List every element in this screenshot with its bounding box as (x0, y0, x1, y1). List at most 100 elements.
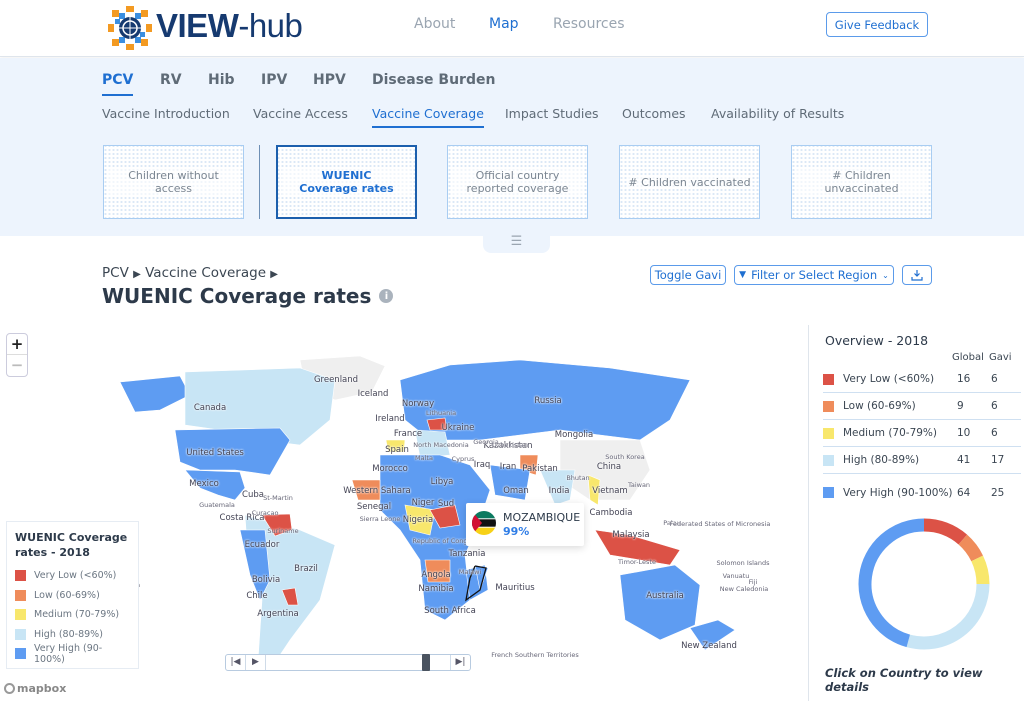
card-children-without-access[interactable]: Children without access (103, 145, 244, 219)
map-label[interactable]: Niger (412, 498, 435, 508)
map-label[interactable]: Timor-Leste (618, 558, 656, 566)
skip-start-button[interactable]: |◀ (226, 655, 246, 670)
map-label[interactable]: Bhutan (566, 474, 589, 482)
map-label[interactable]: Curacao (252, 509, 279, 517)
map-label[interactable]: New Zealand (681, 641, 737, 651)
tab-disease-burden[interactable]: Disease Burden (372, 72, 495, 94)
map-label[interactable]: China (597, 462, 621, 472)
map-label[interactable]: South Korea (605, 453, 644, 461)
tab-vaccine-coverage[interactable]: Vaccine Coverage (372, 106, 484, 128)
card-wuenic-coverage-rates[interactable]: WUENIC Coverage rates (276, 145, 417, 219)
donut-slice-high[interactable] (906, 583, 990, 650)
map-label[interactable]: Vietnam (592, 486, 627, 496)
donut-slice-medium[interactable] (971, 555, 990, 585)
map-label[interactable]: Canada (194, 403, 226, 413)
breadcrumb-vaccine-coverage[interactable]: Vaccine Coverage (145, 265, 266, 281)
map-label[interactable]: Ireland (375, 414, 404, 424)
tab-vaccine-introduction[interactable]: Vaccine Introduction (102, 106, 230, 126)
map-label[interactable]: Namibia (418, 584, 453, 594)
map-label[interactable]: Brazil (294, 564, 318, 574)
download-button[interactable] (902, 265, 932, 285)
overview-row[interactable]: Low (60-69%) 9 6 (823, 393, 1021, 420)
map-label[interactable]: Suriname (267, 527, 298, 535)
timeline-handle[interactable] (422, 654, 430, 671)
map-label[interactable]: Sierra Leone (360, 515, 401, 523)
breadcrumb-pcv[interactable]: PCV (102, 265, 129, 281)
map-label[interactable]: Greenland (314, 375, 358, 385)
overview-row[interactable]: Very Low (<60%) 16 6 (823, 366, 1021, 393)
map-label[interactable]: Cyprus (452, 455, 475, 463)
map-label[interactable]: Ecuador (245, 540, 280, 550)
nav-map[interactable]: Map (489, 16, 519, 32)
map-label[interactable]: Lithuania (426, 409, 456, 417)
map-label[interactable]: Pakistan (522, 464, 558, 474)
map-label[interactable]: Sud (438, 499, 454, 509)
toggle-gavi-button[interactable]: Toggle Gavi (650, 265, 726, 285)
map-label[interactable]: Malawi (459, 568, 482, 576)
tab-impact-studies[interactable]: Impact Studies (505, 106, 599, 126)
map-label[interactable]: New Caledonia (720, 585, 769, 593)
donut-slice-very-low[interactable] (923, 518, 968, 545)
map-label[interactable]: Argentina (257, 609, 298, 619)
overview-row[interactable]: Medium (70-79%) 10 6 (823, 420, 1021, 447)
tab-pcv[interactable]: PCV (102, 72, 134, 96)
map-label[interactable]: France (394, 429, 422, 439)
map-label[interactable]: Mongolia (555, 430, 593, 440)
overview-row[interactable]: Very High (90-100%) 64 25 (823, 474, 1021, 511)
donut-slice-very-high[interactable] (858, 518, 925, 648)
map-label[interactable]: Spain (385, 445, 409, 455)
map-label[interactable]: Mauritius (495, 583, 534, 593)
nav-about[interactable]: About (414, 16, 455, 32)
logo-text[interactable]: VIEW-hub (156, 7, 303, 45)
map-label[interactable]: Guatemala (199, 501, 235, 509)
map-label[interactable]: Malta (415, 454, 433, 462)
play-button[interactable]: ▶ (246, 655, 266, 670)
tab-outcomes[interactable]: Outcomes (622, 106, 686, 126)
info-icon[interactable]: i (379, 289, 394, 303)
map-label[interactable]: Taiwan (628, 481, 650, 489)
collapse-panel-handle[interactable]: ☰ (483, 232, 550, 253)
tab-availability-of-results[interactable]: Availability of Results (711, 106, 844, 126)
country-shape-very-high[interactable] (119, 375, 191, 413)
map-label[interactable]: Nigeria (403, 515, 433, 525)
map-label[interactable]: Senegal (357, 502, 391, 512)
map-label[interactable]: Iceland (358, 389, 389, 399)
overview-row[interactable]: High (80-89%) 41 17 (823, 447, 1021, 474)
map-label[interactable]: United States (186, 448, 244, 458)
tab-ipv[interactable]: IPV (261, 72, 287, 94)
map-label[interactable]: Iraq (474, 460, 491, 470)
tab-vaccine-access[interactable]: Vaccine Access (253, 106, 348, 126)
tab-rv[interactable]: RV (160, 72, 182, 94)
map-label[interactable]: Western Sahara (343, 486, 410, 496)
view-hub-logo-icon[interactable] (107, 5, 153, 51)
coverage-donut-chart[interactable] (857, 517, 991, 651)
donut-slice-low[interactable] (958, 534, 984, 562)
map-label[interactable]: Australia (646, 591, 684, 601)
map-label[interactable]: Federated States of Micronesia (670, 520, 771, 528)
map-label[interactable]: Morocco (372, 464, 408, 474)
map-label[interactable]: Ukraine (442, 423, 475, 433)
map-label[interactable]: Chile (246, 591, 267, 601)
map-label[interactable]: Uzbekistan (492, 441, 528, 449)
map-label[interactable]: Bolivia (252, 575, 280, 585)
map-label[interactable]: Mexico (189, 479, 219, 489)
map-label[interactable]: South Africa (424, 606, 476, 616)
card-children-vaccinated[interactable]: # Children vaccinated (619, 145, 760, 219)
map-label[interactable]: Angola (421, 570, 450, 580)
tab-hib[interactable]: Hib (208, 72, 235, 94)
map-label[interactable]: India (549, 486, 570, 496)
country-shape-very-high[interactable] (619, 564, 701, 641)
map-label[interactable]: Oman (503, 486, 529, 496)
skip-end-button[interactable]: ▶| (450, 655, 470, 670)
map-label[interactable]: Russia (534, 396, 561, 406)
zoom-out-button[interactable]: − (7, 355, 27, 376)
map-label[interactable]: St-Martin (263, 494, 293, 502)
tab-hpv[interactable]: HPV (313, 72, 346, 94)
map-label[interactable]: Norway (402, 399, 434, 409)
card-children-unvaccinated[interactable]: # Children unvaccinated (791, 145, 932, 219)
mapbox-attribution[interactable]: mapbox (4, 682, 66, 695)
map-label[interactable]: Libya (431, 477, 454, 487)
map-label[interactable]: Iran (500, 462, 517, 472)
map-label[interactable]: Vanuatu (723, 572, 750, 580)
map-label[interactable]: Republic of Congo (413, 537, 472, 545)
